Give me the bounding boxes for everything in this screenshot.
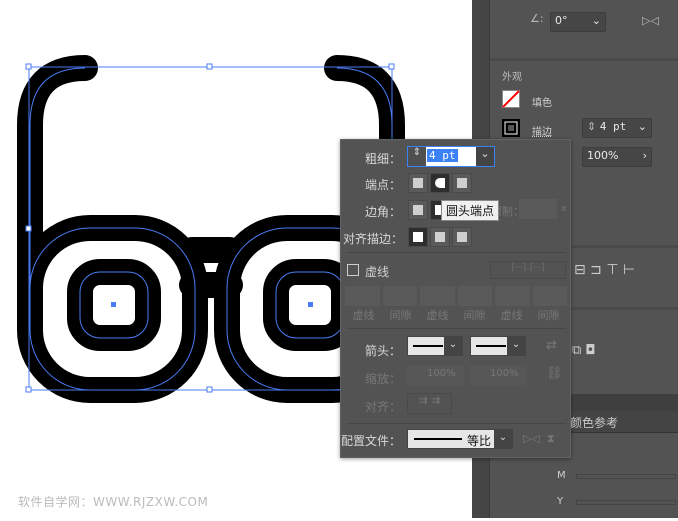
- angle-field[interactable]: 0° ⌄: [550, 12, 606, 32]
- align-icons[interactable]: ⊟ ⊐ ⊤ ⊢: [574, 262, 635, 278]
- end-arrowhead-select[interactable]: ⌄: [470, 336, 526, 356]
- resize-handle: [206, 386, 213, 393]
- stroke-label-link[interactable]: 描边: [532, 123, 552, 138]
- slider-m[interactable]: [576, 474, 676, 479]
- dash-1: 虚线: [352, 309, 375, 322]
- resize-handle: [206, 63, 213, 70]
- profile-label: 配置文件：: [341, 434, 402, 448]
- divider: [490, 58, 678, 61]
- dash-3: 虚线: [500, 309, 523, 322]
- center-point: [308, 302, 313, 307]
- swap-arrows-icon[interactable]: ⇄: [546, 338, 557, 353]
- flip-profile-icon[interactable]: ▷◁: [523, 432, 540, 445]
- fill-label: 填色: [532, 98, 552, 109]
- dash-2: 虚线: [426, 309, 449, 322]
- dash-alignment-buttons[interactable]: [‐‐] [‐‐]: [490, 261, 566, 279]
- appearance-title: 外观: [502, 72, 522, 83]
- resize-handle: [388, 63, 395, 70]
- dashed-checkbox[interactable]: [347, 264, 359, 276]
- corner-label: 边角：: [364, 205, 401, 219]
- dashed-label: 虚线: [365, 265, 390, 279]
- stroke-swatch-icon[interactable]: [502, 119, 520, 137]
- flip-profile-vertical-icon[interactable]: ⧗: [547, 432, 555, 446]
- end-scale-field[interactable]: 100%: [470, 365, 527, 385]
- arrow-align-label: 对齐：: [364, 400, 401, 414]
- dash-fields: 虚线 间隙 虚线 间隙 虚线 间隙: [345, 286, 567, 322]
- align-inside-button[interactable]: [430, 227, 450, 247]
- link-scale-icon[interactable]: ⛓: [546, 366, 563, 381]
- gap-2: 间隙: [463, 309, 486, 322]
- angle-icon: ∠:: [530, 12, 544, 25]
- projecting-cap-button[interactable]: [452, 173, 472, 193]
- align-center-button[interactable]: [408, 227, 428, 247]
- weight-input[interactable]: ⇕ 4 pt ⌄: [407, 146, 495, 167]
- pathfinder-icons[interactable]: ⧉ ◘: [572, 343, 596, 358]
- stroke-weight-field[interactable]: ⇕ 4 pt ⌄: [582, 118, 652, 138]
- cmyk-label-m: M: [557, 470, 566, 481]
- scale-label: 缩放：: [364, 372, 401, 386]
- stroke-options-popup: 粗细： ⇕ 4 pt ⌄ 端点： 边角： 限制： x 对齐描边： 虚线 [‐‐]…: [340, 139, 571, 458]
- butt-cap-button[interactable]: [408, 173, 428, 193]
- weight-label: 粗细：: [364, 152, 401, 166]
- resize-handle: [25, 63, 32, 70]
- flip-horizontal-icon[interactable]: ▷◁: [642, 14, 659, 27]
- slider-y[interactable]: [576, 500, 676, 505]
- divider: [347, 423, 566, 424]
- opacity-field[interactable]: 100% ›: [582, 147, 652, 167]
- arrow-align-buttons[interactable]: ⇉ ⇉: [407, 393, 452, 414]
- cmyk-label-y: Y: [557, 496, 564, 507]
- tooltip: 圆头端点: [441, 200, 500, 221]
- gap-1: 间隙: [389, 309, 412, 322]
- profile-select[interactable]: 等比 ⌄: [407, 429, 513, 449]
- resize-handle: [25, 225, 32, 232]
- arrowhead-label: 箭头：: [364, 344, 401, 358]
- miter-join-button[interactable]: [408, 200, 428, 220]
- resize-handle: [25, 386, 32, 393]
- divider: [347, 252, 566, 253]
- tab-color-guide[interactable]: 颜色参考: [570, 414, 618, 431]
- start-arrowhead-select[interactable]: ⌄: [407, 336, 463, 356]
- gap-3: 间隙: [537, 309, 560, 322]
- start-scale-field[interactable]: 100%: [407, 365, 464, 385]
- align-stroke-label: 对齐描边：: [342, 232, 403, 246]
- cap-label: 端点：: [364, 178, 401, 192]
- watermark: 软件自学网：WWW.RJZXW.COM: [18, 495, 209, 509]
- limit-field[interactable]: [519, 199, 557, 219]
- fill-swatch-none-icon[interactable]: [502, 90, 520, 108]
- limit-x: x: [561, 204, 567, 214]
- align-outside-button[interactable]: [452, 227, 472, 247]
- center-point: [111, 302, 116, 307]
- round-cap-button[interactable]: [430, 173, 450, 193]
- divider: [347, 328, 566, 329]
